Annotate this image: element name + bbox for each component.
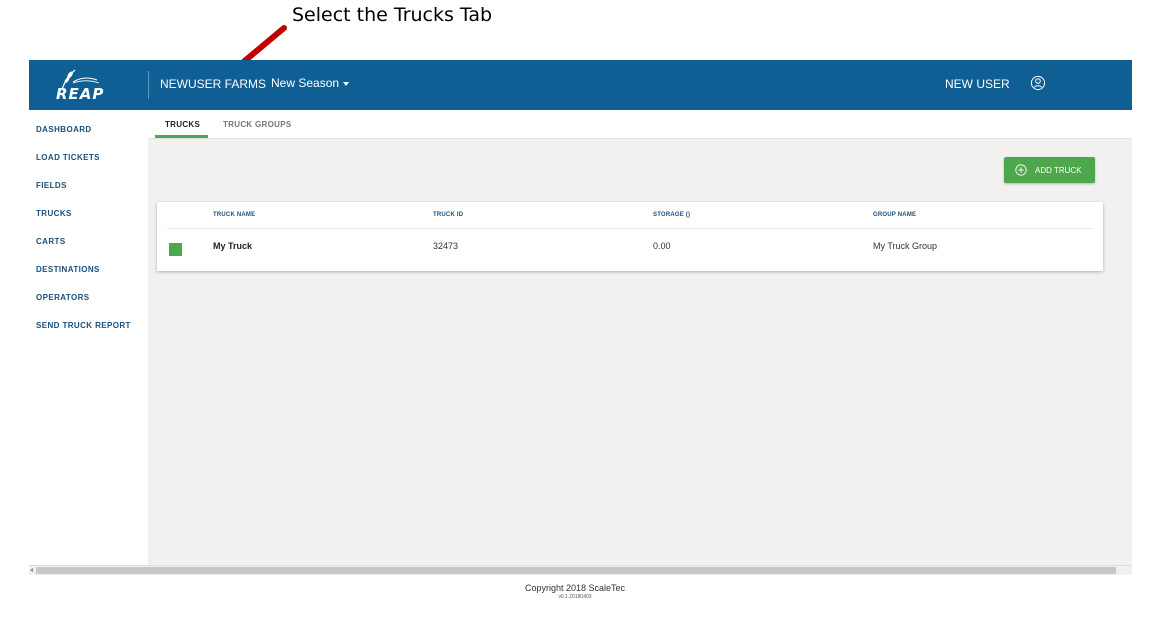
annotation-caption: Select the Trucks Tab (292, 4, 493, 26)
truck-name-cell: My Truck (213, 241, 253, 251)
table-header: TRUCK NAME TRUCK ID STORAGE () GROUP NAM… (157, 202, 1103, 228)
organization-name[interactable]: NEWUSER FARMS (160, 77, 266, 91)
trucks-table: TRUCK NAME TRUCK ID STORAGE () GROUP NAM… (157, 202, 1103, 271)
scroll-left-arrow-icon[interactable] (30, 568, 33, 572)
sidebar-nav: DASHBOARD LOAD TICKETS FIELDS TRUCKS CAR… (29, 110, 148, 575)
reap-logo[interactable]: REAP (53, 67, 113, 103)
truck-color-swatch (169, 243, 182, 256)
storage-cell: 0.00 (653, 241, 671, 251)
column-header-storage[interactable]: STORAGE () (653, 212, 690, 218)
add-truck-label: ADD TRUCK (1035, 166, 1082, 175)
sidebar-item-trucks[interactable]: TRUCKS (36, 209, 72, 218)
sidebar-item-load-tickets[interactable]: LOAD TICKETS (36, 153, 100, 162)
tab-truck-groups[interactable]: TRUCK GROUPS (223, 120, 292, 129)
active-tab-indicator (155, 135, 208, 138)
horizontal-scrollbar[interactable] (29, 565, 1132, 575)
season-dropdown[interactable]: New Season (271, 76, 350, 90)
sidebar-item-operators[interactable]: OPERATORS (36, 293, 90, 302)
sidebar-item-send-truck-report[interactable]: SEND TRUCK REPORT (36, 321, 131, 330)
user-menu-name[interactable]: NEW USER (945, 77, 1010, 91)
app-window: REAP NEWUSER FARMS New Season NEW USER D… (29, 60, 1132, 575)
top-navigation-bar: REAP NEWUSER FARMS New Season NEW USER (29, 60, 1132, 110)
column-header-group-name[interactable]: GROUP NAME (873, 212, 916, 218)
add-circle-icon (1015, 164, 1027, 176)
tab-trucks[interactable]: TRUCKS (165, 120, 200, 129)
sidebar-item-dashboard[interactable]: DASHBOARD (36, 125, 92, 134)
table-row[interactable]: My Truck 32473 0.00 My Truck Group (157, 229, 1103, 271)
sidebar-item-fields[interactable]: FIELDS (36, 181, 67, 190)
footer-copyright: Copyright 2018 ScaleTec (524, 583, 626, 593)
sidebar-item-carts[interactable]: CARTS (36, 237, 66, 246)
group-name-cell: My Truck Group (873, 241, 938, 251)
season-dropdown-label: New Season (271, 76, 340, 90)
logo-wordmark: REAP (56, 85, 105, 103)
truck-id-cell: 32473 (433, 241, 459, 251)
column-header-truck-name[interactable]: TRUCK NAME (213, 212, 255, 218)
main-content: TRUCKS TRUCK GROUPS ADD TRUCK TRUCK NAME… (148, 110, 1132, 575)
user-account-icon[interactable] (1030, 75, 1046, 91)
add-truck-button[interactable]: ADD TRUCK (1004, 157, 1095, 183)
tab-bar: TRUCKS TRUCK GROUPS (148, 110, 1132, 139)
footer-version: v0.1.20180403 (558, 594, 592, 600)
chevron-down-icon (343, 81, 350, 86)
sidebar-item-destinations[interactable]: DESTINATIONS (36, 265, 100, 274)
header-divider (148, 71, 149, 99)
scrollbar-thumb[interactable] (36, 567, 1116, 574)
column-header-truck-id[interactable]: TRUCK ID (433, 212, 463, 218)
